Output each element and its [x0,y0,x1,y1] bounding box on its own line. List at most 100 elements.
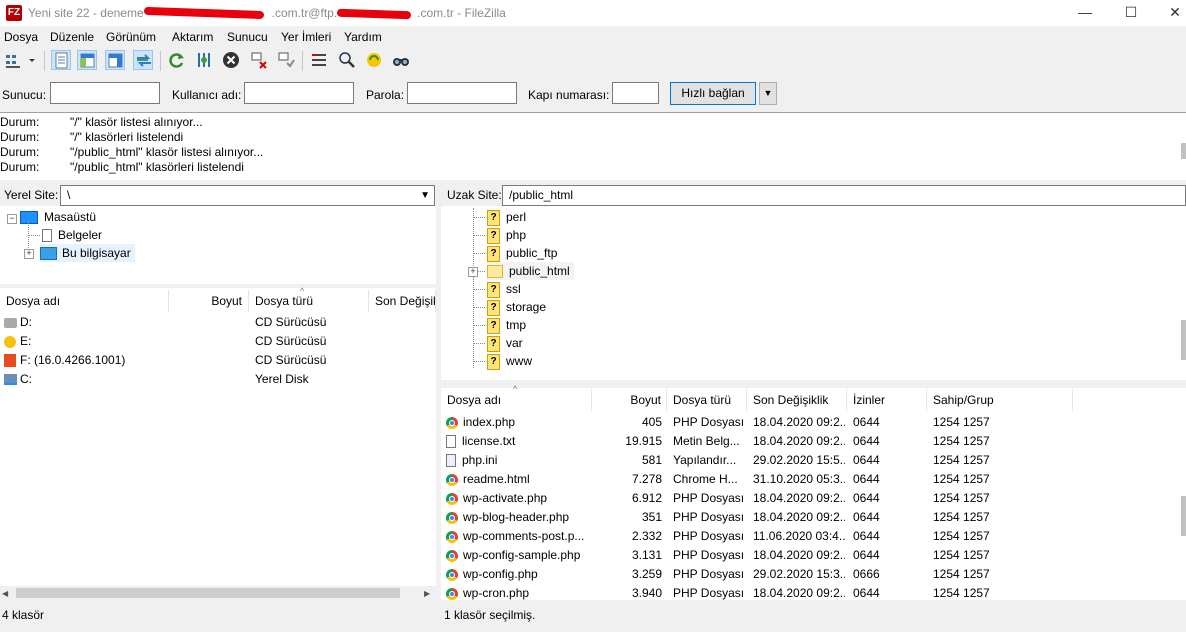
table-row[interactable]: wp-comments-post.p... 2.332 PHP Dosyası 11.… [441,527,1181,546]
column-header-permissions[interactable]: İzinler [847,389,927,411]
tree-item-public-ftp[interactable]: ? public_ftp [487,244,557,262]
process-queue-icon[interactable] [194,50,214,70]
port-label: Kapı numarası: [528,88,610,102]
menu-aktarim[interactable]: Aktarım [172,30,213,44]
quickconnect-button[interactable]: Hızlı bağlan [670,82,756,105]
tree-item-desktop[interactable]: Masaüstü [20,208,96,226]
file-type: CD Sürücüsü [255,353,327,367]
cancel-icon[interactable] [221,50,241,70]
menu-yardim[interactable]: Yardım [344,30,382,44]
file-perm: 0644 [853,415,880,429]
sync-browse-icon[interactable] [364,50,384,70]
table-row[interactable]: wp-cron.php 3.940 PHP Dosyası 18.04.2020 09… [441,584,1181,603]
tree-item-var[interactable]: ? var [487,334,523,352]
tree-item-php[interactable]: ? php [487,226,526,244]
scroll-right-icon[interactable]: ▶ [424,589,430,598]
column-header-owner[interactable]: Sahip/Grup [927,389,1073,411]
file-owner: 1254 1257 [933,548,990,562]
file-name: D: [20,315,32,329]
table-row[interactable]: wp-blog-header.php 351 PHP Dosyası 18.04.20… [441,508,1181,527]
list-item[interactable]: D: CD Sürücüsü [0,313,436,332]
local-tree-icon[interactable] [77,50,97,70]
chevron-down-icon[interactable]: ▼ [759,82,777,105]
table-row[interactable]: license.txt 19.915 Metin Belg... 18.04.2020… [441,432,1181,451]
table-row[interactable]: wp-config-sample.php 3.131 PHP Dosyası 18.0… [441,546,1181,565]
remote-tree-icon[interactable] [105,50,125,70]
local-hscrollbar[interactable]: ◀ ▶ [0,586,436,600]
tree-item-this-pc[interactable]: Bu bilgisayar [40,244,135,262]
file-name: E: [20,334,32,348]
column-header-size[interactable]: Boyut [592,389,667,411]
tree-item-www[interactable]: ? www [487,352,532,370]
site-manager-icon[interactable] [4,50,24,70]
column-header-modified[interactable]: Son Değişik [369,290,436,312]
column-header-modified[interactable]: Son Değişiklik [747,389,847,411]
tree-item-ssl[interactable]: ? ssl [487,280,521,298]
port-input[interactable] [612,82,659,104]
file-name: wp-config.php [463,567,538,581]
column-header-name[interactable]: Dosya adı [0,290,169,312]
scroll-left-icon[interactable]: ◀ [2,589,8,598]
table-row[interactable]: wp-config.php 3.259 PHP Dosyası 29.02.2020 … [441,565,1181,584]
tree-item-label: Bu bilgisayar [62,246,131,260]
file-perm: 0644 [853,510,880,524]
menu-dosya[interactable]: Dosya [4,30,38,44]
expand-icon[interactable]: + [468,267,478,277]
table-row[interactable]: wp-activate.php 6.912 PHP Dosyası 18.04.202… [441,489,1181,508]
menu-sunucu[interactable]: Sunucu [227,30,268,44]
local-status: 4 klasör [0,604,436,626]
table-row[interactable]: readme.html 7.278 Chrome H... 31.10.2020 05… [441,470,1181,489]
maximize-button[interactable]: ☐ [1108,0,1154,26]
tree-item-perl[interactable]: ? perl [487,208,526,226]
message-log[interactable]: Durum: "/" klasör listesi alınıyor... Dur… [0,112,1186,180]
remote-list-scrollbar[interactable] [1181,496,1186,536]
filter-icon[interactable] [309,50,329,70]
tree-item-tmp[interactable]: ? tmp [487,316,526,334]
transfer-queue-icon[interactable] [133,50,153,70]
scroll-thumb[interactable] [16,588,400,598]
local-path-input[interactable]: \ ▼ [60,185,435,206]
title-prefix: Yeni site 22 - deneme [28,6,144,20]
reconnect-icon[interactable] [276,50,296,70]
username-label: Kullanıcı adı: [172,88,242,102]
file-size: 581 [641,453,662,467]
password-input[interactable] [407,82,517,104]
file-type: PHP Dosyası [673,586,745,600]
log-scrollbar[interactable] [1181,143,1186,159]
list-item[interactable]: E: CD Sürücüsü [0,332,436,351]
column-header-size[interactable]: Boyut [169,290,249,312]
expand-icon[interactable]: + [24,249,34,259]
chevron-down-icon[interactable] [26,50,38,70]
minimize-button[interactable]: — [1062,0,1108,26]
list-item[interactable]: C: Yerel Disk [0,370,436,389]
host-input[interactable] [50,82,160,104]
column-header-type[interactable]: Dosya türü [667,389,747,411]
chevron-down-icon[interactable]: ▼ [420,186,430,205]
remote-path-input[interactable]: /public_html [502,185,1186,206]
file-name: wp-activate.php [463,491,548,505]
refresh-icon[interactable] [167,50,187,70]
remote-tree-scrollbar[interactable] [1181,320,1186,360]
file-size: 351 [641,510,662,524]
compare-icon[interactable] [337,50,357,70]
column-header-type[interactable]: Dosya türü [249,290,369,312]
table-row[interactable]: php.ini 581 Yapılandır... 29.02.2020 15:5..… [441,451,1181,470]
close-button[interactable]: ✕ [1152,0,1186,26]
disconnect-icon[interactable] [249,50,269,70]
menu-duzenle[interactable]: Düzenle [50,30,94,44]
tree-item-public-html[interactable]: public_html [487,262,574,280]
menu-gorunum[interactable]: Görünüm [106,30,156,44]
file-type: Yapılandır... [673,453,737,467]
search-icon[interactable] [391,50,411,70]
menu-yer-imleri[interactable]: Yer İmleri [281,30,331,44]
collapse-icon[interactable]: − [7,214,17,224]
message-log-icon[interactable] [51,50,71,70]
remote-status: 1 klasör seçilmiş. [441,604,1186,626]
username-input[interactable] [244,82,354,104]
tree-item-storage[interactable]: ? storage [487,298,546,316]
table-row[interactable]: index.php 405 PHP Dosyası 18.04.2020 09:2..… [441,413,1181,432]
column-header-name[interactable]: Dosya adı [441,389,592,411]
tree-item-documents[interactable]: Belgeler [42,226,102,244]
chrome-icon [446,473,458,486]
list-item[interactable]: F: (16.0.4266.1001) CD Sürücüsü [0,351,436,370]
